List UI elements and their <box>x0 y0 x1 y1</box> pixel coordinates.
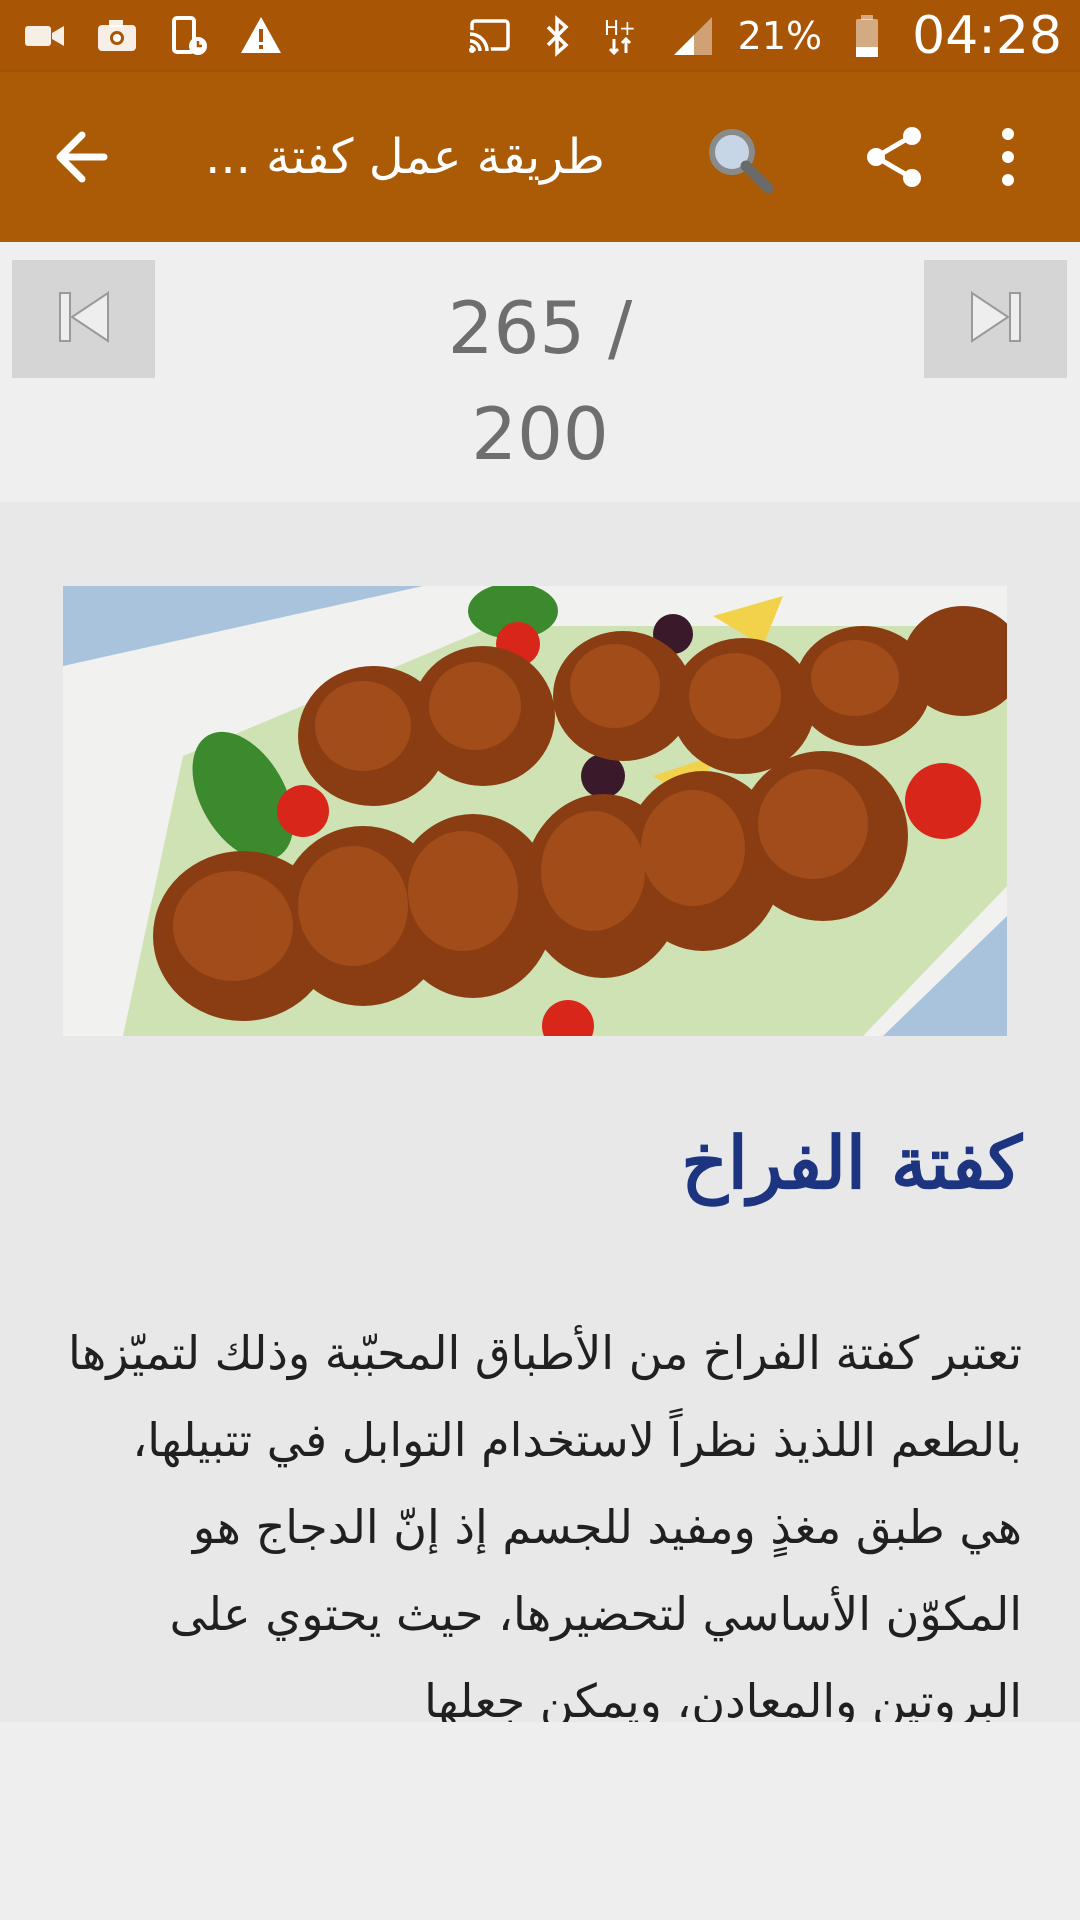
skip-next-icon <box>966 287 1026 351</box>
share-icon[interactable] <box>860 122 930 192</box>
skip-previous-icon <box>54 287 114 351</box>
page-title: طريقة عمل كفتة ... <box>205 129 605 185</box>
warning-icon <box>238 13 284 59</box>
food-photo <box>63 586 1007 1036</box>
status-bar: H+ 21% 04:28 <box>0 0 1080 72</box>
battery-percent: 21% <box>737 14 823 58</box>
battery-icon <box>844 13 890 59</box>
clock: 04:28 <box>912 6 1062 66</box>
signal-icon <box>670 13 716 59</box>
svg-text:H+: H+ <box>604 16 636 40</box>
page-total: 265 / <box>447 286 633 370</box>
pager: 265 / 200 <box>0 242 1080 502</box>
article-content[interactable]: كفتة الفراخ تعتبر كفتة الفراخ من الأطباق… <box>0 502 1080 1722</box>
network-type-icon: H+ <box>602 13 648 59</box>
phone-clock-icon <box>166 13 212 59</box>
back-arrow-icon[interactable] <box>44 117 124 197</box>
previous-page-button[interactable] <box>12 260 155 378</box>
page-current: 200 <box>471 392 609 476</box>
recipe-title: كفتة الفراخ <box>681 1120 1022 1205</box>
camera-icon <box>94 13 140 59</box>
bottom-blank-area <box>0 1722 1080 1920</box>
more-vert-icon[interactable] <box>990 122 1026 192</box>
status-bar-system: H+ 21% 04:28 <box>466 6 1080 66</box>
search-icon[interactable] <box>700 120 780 200</box>
next-page-button[interactable] <box>924 260 1067 378</box>
video-icon <box>22 13 68 59</box>
cast-icon <box>466 13 512 59</box>
app-bar: طريقة عمل كفتة ... <box>0 72 1080 242</box>
bluetooth-icon <box>534 13 580 59</box>
recipe-body: تعتبر كفتة الفراخ من الأطباق المحبّبة وذ… <box>67 1326 1022 1722</box>
status-bar-notifications <box>0 13 284 59</box>
